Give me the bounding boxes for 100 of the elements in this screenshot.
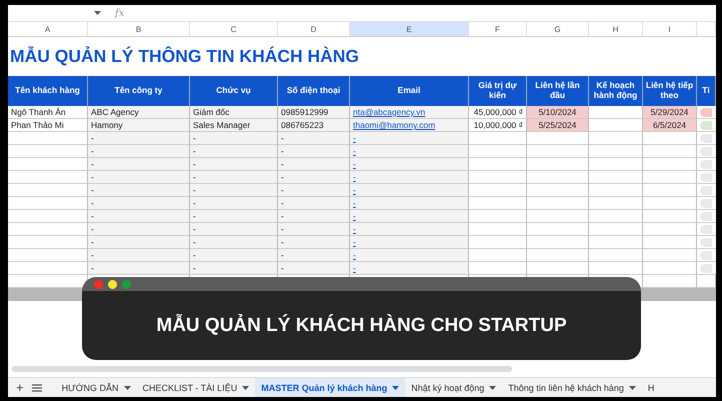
status-chip[interactable]: [700, 250, 712, 260]
minimize-dot-icon: [108, 280, 117, 288]
caret-icon: [242, 386, 250, 390]
table-cell: -: [190, 171, 278, 184]
column-header[interactable]: G: [527, 22, 589, 37]
email-link[interactable]: -: [353, 185, 356, 195]
table-cell: -: [88, 145, 190, 158]
table-cell: -: [278, 197, 350, 210]
table-cell: Phan Thảo Mi: [8, 119, 88, 132]
status-chip[interactable]: [700, 172, 712, 182]
table-cell: [527, 132, 589, 145]
table-cell: 45,000,000 ₫: [469, 106, 527, 119]
status-chip[interactable]: [700, 264, 712, 272]
header-cell: Liên hệ lần đầu: [527, 76, 589, 106]
table-cell: [527, 171, 589, 184]
table-cell: [589, 184, 643, 197]
sheet-tab[interactable]: CHECKLIST - TÀI LIỆU: [136, 378, 256, 397]
table-cell: -: [88, 210, 190, 223]
status-chip[interactable]: [700, 212, 712, 220]
email-link[interactable]: -: [353, 198, 356, 208]
email-link[interactable]: -: [353, 211, 356, 221]
status-chip[interactable]: [700, 198, 712, 208]
caret-icon: [392, 386, 400, 390]
table-cell: -: [278, 184, 350, 197]
status-chip[interactable]: [700, 224, 712, 234]
status-chip[interactable]: [700, 160, 712, 168]
email-link[interactable]: -: [353, 237, 356, 247]
sheet-tab[interactable]: HƯỚNG DẪN: [56, 378, 136, 397]
table-cell: -: [88, 158, 190, 171]
table-cell: -: [88, 184, 190, 197]
column-header[interactable]: E: [350, 22, 469, 37]
column-header[interactable]: [697, 22, 716, 37]
email-link[interactable]: -: [353, 159, 356, 169]
sheet-title: MẪU QUẢN LÝ THÔNG TIN KHÁCH HÀNG: [10, 46, 360, 67]
table-cell: -: [88, 132, 190, 145]
table-cell: 5/25/2024: [527, 119, 589, 132]
table-cell: [589, 106, 643, 119]
email-link[interactable]: -: [353, 263, 356, 273]
table-cell: Sales Manager: [190, 119, 278, 132]
sheet-tab[interactable]: Thông tin liên hệ khách hàng: [502, 378, 642, 397]
table-cell: -: [278, 158, 350, 171]
header-cell: Chức vụ: [190, 76, 278, 106]
status-chip[interactable]: [700, 238, 712, 246]
status-chip[interactable]: [700, 108, 712, 116]
table-cell: -: [190, 210, 278, 223]
header-cell: Số điện thoại: [278, 76, 350, 106]
table-cell: -: [190, 132, 278, 145]
email-link[interactable]: -: [353, 146, 356, 156]
caret-icon: [94, 11, 101, 15]
table-cell: [527, 158, 589, 171]
table-cell: -: [278, 249, 350, 262]
table-cell: 5/29/2024: [643, 106, 697, 119]
header-cell: Tên khách hàng: [8, 76, 88, 106]
table-cell: ABC Agency: [88, 106, 190, 119]
table-cell: -: [88, 262, 190, 275]
table-cell: 6/5/2024: [643, 119, 697, 132]
status-chip[interactable]: [700, 120, 712, 130]
header-cell: Tên công ty: [88, 76, 190, 106]
column-header[interactable]: H: [589, 22, 643, 37]
table-cell: [589, 171, 643, 184]
table-cell: [527, 210, 589, 223]
table-cell: 086765223: [278, 119, 350, 132]
email-link[interactable]: -: [353, 172, 356, 182]
sheet-tab[interactable]: Nhật ký hoạt động: [405, 378, 502, 397]
table-cell: -: [88, 171, 190, 184]
table-cell: [589, 236, 643, 249]
column-header[interactable]: D: [278, 22, 350, 37]
table-cell: -: [190, 262, 278, 275]
maximize-dot-icon: [122, 280, 131, 288]
column-header[interactable]: A: [8, 22, 88, 37]
status-chip[interactable]: [700, 134, 712, 142]
table-cell: -: [190, 184, 278, 197]
table-cell: [589, 158, 643, 171]
column-header[interactable]: C: [190, 22, 278, 37]
scrollbar[interactable]: [12, 366, 512, 372]
table-cell: 5/10/2024: [527, 106, 589, 119]
table-cell: [589, 119, 643, 132]
table-cell: [527, 236, 589, 249]
email-link[interactable]: -: [353, 250, 356, 260]
column-header[interactable]: F: [469, 22, 527, 37]
table-cell: -: [190, 223, 278, 236]
caret-icon: [124, 386, 130, 390]
status-chip[interactable]: [700, 186, 712, 194]
header-cell: Giá trị dự kiến: [469, 76, 527, 106]
email-link[interactable]: -: [353, 133, 356, 143]
add-sheet-button[interactable]: +: [8, 380, 32, 395]
banner-title: MẪU QUẢN LÝ KHÁCH HÀNG CHO STARTUP: [156, 314, 567, 336]
table-cell: -: [190, 249, 278, 262]
header-cell: Liên hệ tiếp theo: [643, 76, 697, 106]
sheet-tab[interactable]: H: [642, 378, 660, 397]
email-link[interactable]: -: [353, 224, 356, 234]
status-chip[interactable]: [700, 146, 712, 156]
table-cell: Giám đốc: [190, 106, 278, 119]
column-header[interactable]: I: [643, 22, 697, 37]
menu-icon[interactable]: [32, 384, 42, 392]
table-cell: -: [190, 197, 278, 210]
close-dot-icon: [94, 280, 103, 288]
column-header[interactable]: B: [88, 22, 190, 37]
table-cell: [589, 223, 643, 236]
sheet-tab[interactable]: MASTER Quản lý khách hàng: [255, 378, 406, 397]
